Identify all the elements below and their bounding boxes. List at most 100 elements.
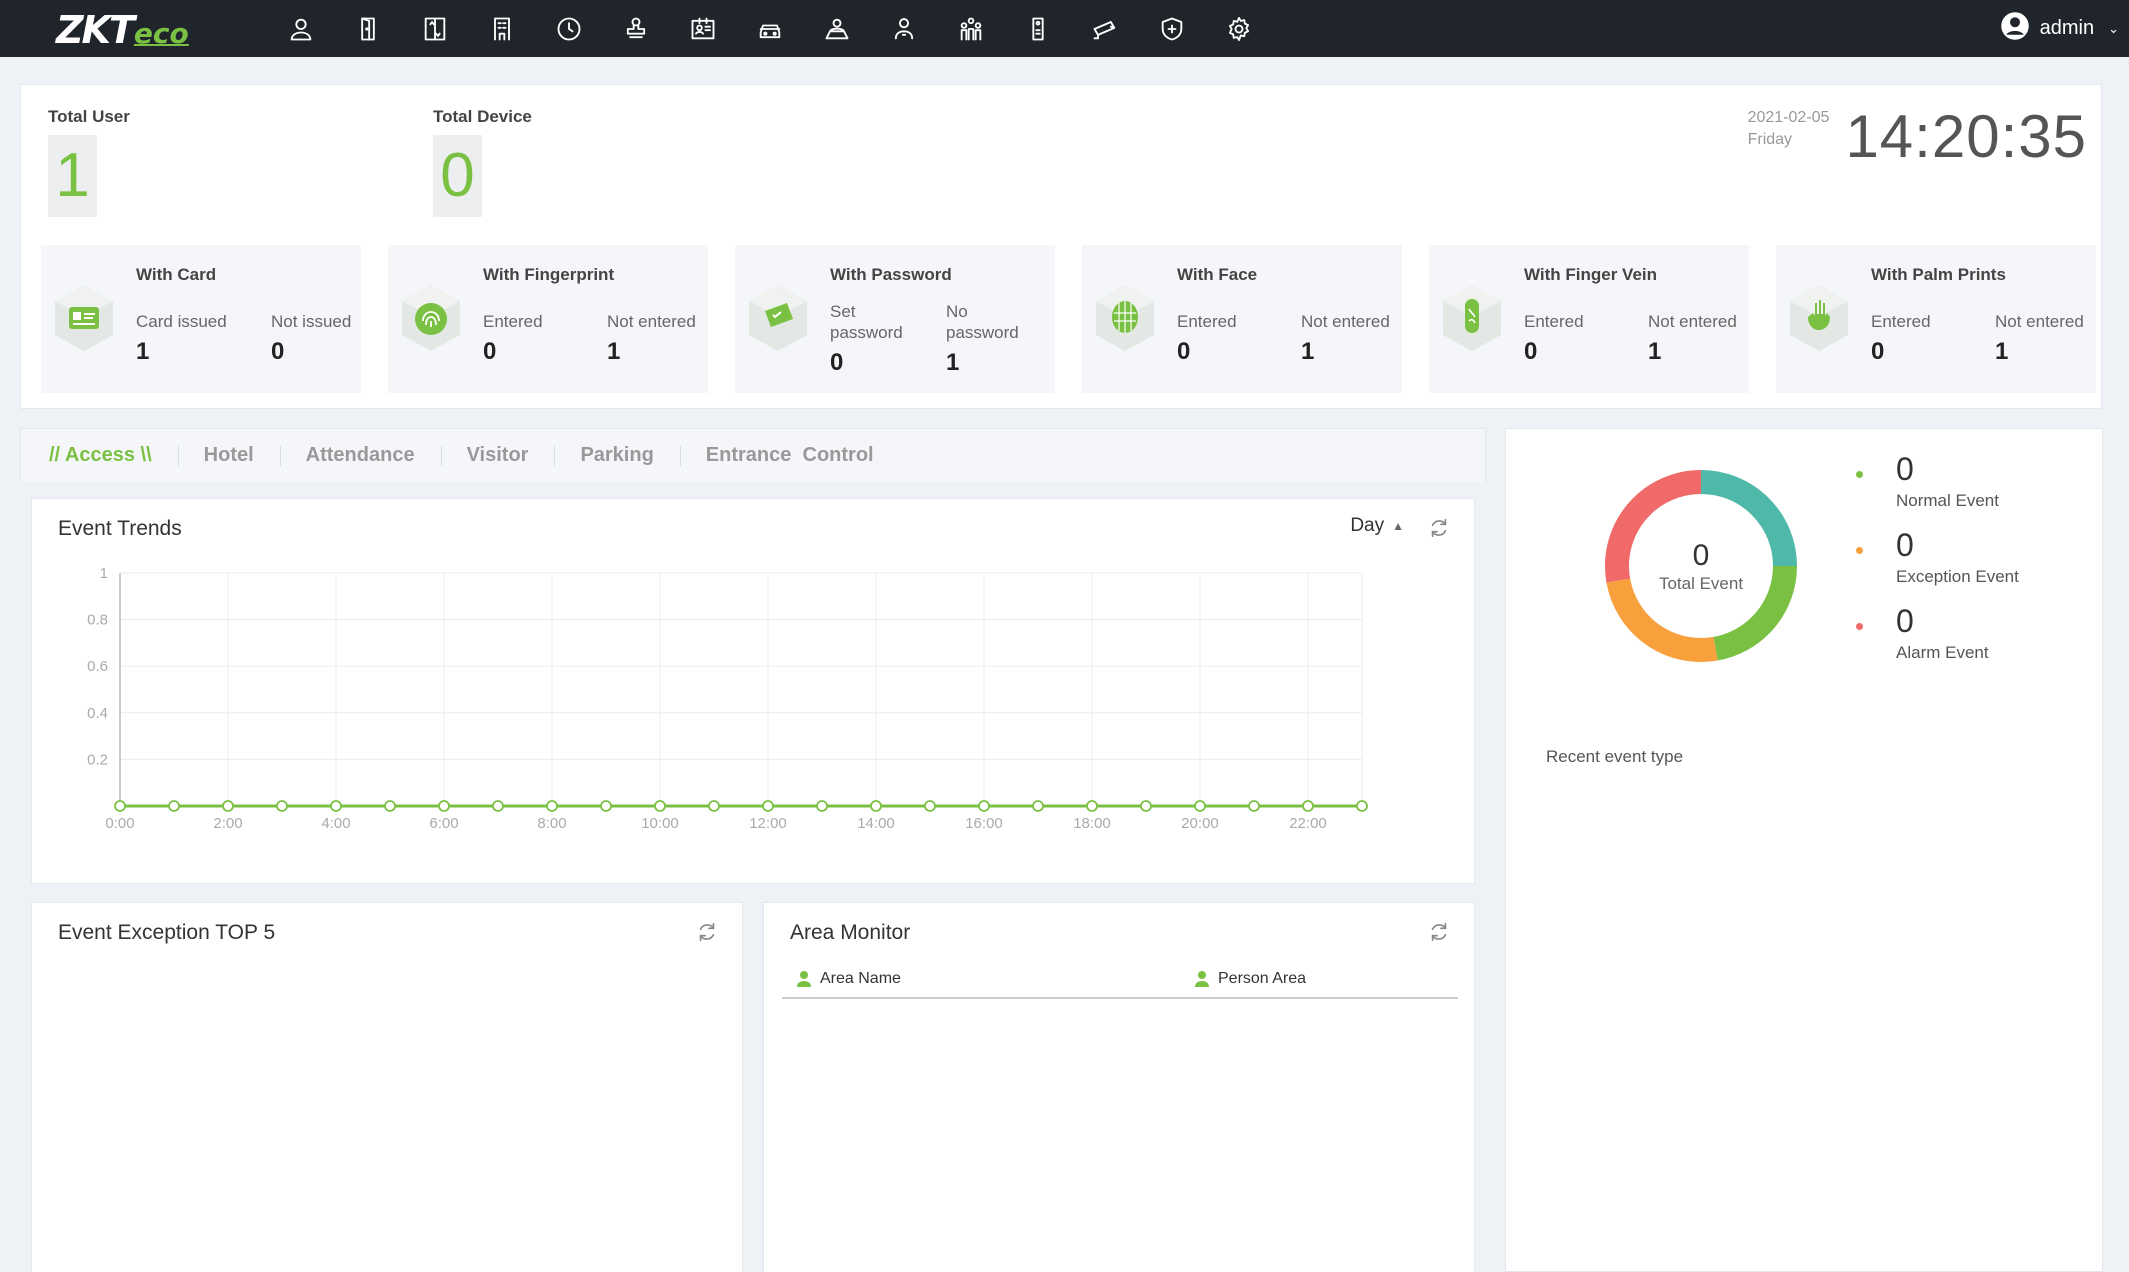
event-summary-panel: 0 Total Event 0 Normal Event 0 Exception… [1505, 428, 2103, 1272]
stat-label: Not issued [271, 312, 352, 331]
meeting-icon[interactable] [816, 8, 858, 50]
stats-panel: Total User 1 Total Device 0 2021-02-05 F… [20, 84, 2102, 409]
stat-value: 0 [830, 349, 844, 376]
face-cube-icon [1096, 285, 1154, 351]
palm-entered-stat: Entered 0 [1871, 311, 1931, 366]
total-user-block: Total User 1 [48, 107, 130, 217]
x-tick-label: 18:00 [1073, 815, 1111, 832]
refresh-icon[interactable] [1428, 517, 1450, 539]
elevator-icon[interactable] [414, 8, 456, 50]
refresh-icon[interactable] [1428, 921, 1450, 943]
data-point [1248, 800, 1260, 812]
donut-center: 0 Total Event [1602, 467, 1800, 665]
face-not-entered-stat: Not entered 1 [1301, 311, 1390, 366]
password-none-stat: No password 1 [946, 301, 1019, 377]
tab-entrance-control[interactable]: Entrance Control [679, 444, 900, 467]
card-title: With Fingerprint [483, 265, 615, 284]
intercom-icon[interactable] [1017, 8, 1059, 50]
building-icon[interactable] [481, 8, 523, 50]
refresh-icon[interactable] [696, 921, 718, 943]
stat-label: Entered [1524, 312, 1584, 331]
person-icon[interactable] [280, 8, 322, 50]
tab-hotel[interactable]: Hotel [177, 444, 280, 467]
clock-icon[interactable] [548, 8, 590, 50]
data-point [978, 800, 990, 812]
user-menu[interactable]: admin ⌄ [2000, 0, 2119, 57]
password-set-stat: Set password 0 [830, 301, 903, 377]
stat-label: Card issued [136, 312, 227, 331]
data-point [654, 800, 666, 812]
area-monitor-box: Area Monitor Area Name Person Area [763, 902, 1475, 1272]
tab-visitor[interactable]: Visitor [440, 444, 555, 467]
current-weekday: Friday [1747, 131, 1793, 148]
card-with-password[interactable]: With Password Set password 0 No password… [735, 245, 1055, 393]
range-select[interactable]: Day ▲ [1350, 515, 1404, 537]
x-tick-label: 0:00 [105, 815, 134, 832]
tab-access[interactable]: // Access \\ [49, 444, 178, 467]
door-icon[interactable] [347, 8, 389, 50]
stat-label: Not entered [1648, 312, 1737, 331]
card-with-card[interactable]: With Card Card issued 1 Not issued 0 [41, 245, 361, 393]
logo-text: ZKT [56, 8, 135, 52]
stamp-icon[interactable] [615, 8, 657, 50]
stat-value: 0 [483, 338, 497, 365]
stat-label: Entered [483, 312, 543, 331]
palm-not-entered-stat: Not entered 1 [1995, 311, 2084, 366]
card-title: With Card [136, 265, 217, 284]
data-point [546, 800, 558, 812]
org-icon[interactable] [950, 8, 992, 50]
card-with-finger-vein[interactable]: With Finger Vein Entered 0 Not entered 1 [1429, 245, 1749, 393]
range-value: Day [1350, 515, 1385, 536]
x-tick-label: 20:00 [1181, 815, 1219, 832]
camera-icon[interactable] [1084, 8, 1126, 50]
shield-icon[interactable] [1151, 8, 1193, 50]
stat-label: Set [830, 302, 856, 321]
current-date: 2021-02-05 [1747, 109, 1830, 126]
person-area-column[interactable]: Person Area [1194, 970, 1306, 988]
legend-dot [1856, 471, 1863, 478]
id-card-icon[interactable] [682, 8, 724, 50]
stat-value: 1 [1301, 338, 1315, 365]
fingerprint-cube-icon [402, 285, 460, 351]
module-tabs: // Access \\ Hotel Attendance Visitor Pa… [20, 428, 1486, 482]
total-event-value: 0 [1692, 539, 1710, 572]
y-tick-label: 0.2 [87, 751, 108, 768]
chevron-up-icon: ▲ [1392, 519, 1404, 533]
data-point [276, 800, 288, 812]
stat-label: No [946, 302, 968, 321]
legend-label: Normal Event [1896, 491, 1999, 510]
area-monitor-title: Area Monitor [790, 921, 911, 944]
card-with-face[interactable]: With Face Entered 0 Not entered 1 [1082, 245, 1402, 393]
gear-icon[interactable] [1218, 8, 1260, 50]
person-icon [1195, 971, 1209, 987]
card-with-fingerprint[interactable]: With Fingerprint Entered 0 Not entered 1 [388, 245, 708, 393]
fingerprint-entered-stat: Entered 0 [483, 311, 543, 366]
stat-label: Not entered [1301, 312, 1390, 331]
area-name-column[interactable]: Area Name [796, 970, 901, 988]
y-tick-label: 0.6 [87, 658, 108, 675]
legend-value: 0 [1896, 603, 1914, 639]
user-name: admin [2039, 17, 2095, 39]
stat-label: Entered [1871, 312, 1931, 331]
tab-attendance[interactable]: Attendance [279, 444, 441, 467]
chevron-down-icon: ⌄ [2108, 20, 2119, 36]
tab-parking[interactable]: Parking [554, 444, 679, 467]
data-point [600, 800, 612, 812]
legend-label: Alarm Event [1896, 643, 1989, 662]
data-point [114, 800, 126, 812]
data-point [1194, 800, 1206, 812]
data-point [1032, 800, 1044, 812]
password-cube-icon [749, 285, 807, 351]
x-tick-label: 2:00 [213, 815, 242, 832]
current-time: 14:20:35 [1845, 103, 2087, 170]
data-point [816, 800, 828, 812]
data-point [924, 800, 936, 812]
badge-person-icon[interactable] [883, 8, 925, 50]
car-icon[interactable] [749, 8, 791, 50]
x-tick-label: 22:00 [1289, 815, 1327, 832]
column-label: Person Area [1218, 970, 1307, 987]
data-point [330, 800, 342, 812]
data-point [762, 800, 774, 812]
card-with-palm-prints[interactable]: With Palm Prints Entered 0 Not entered 1 [1776, 245, 2096, 393]
zkteco-logo[interactable]: ZKT eco [56, 8, 189, 52]
